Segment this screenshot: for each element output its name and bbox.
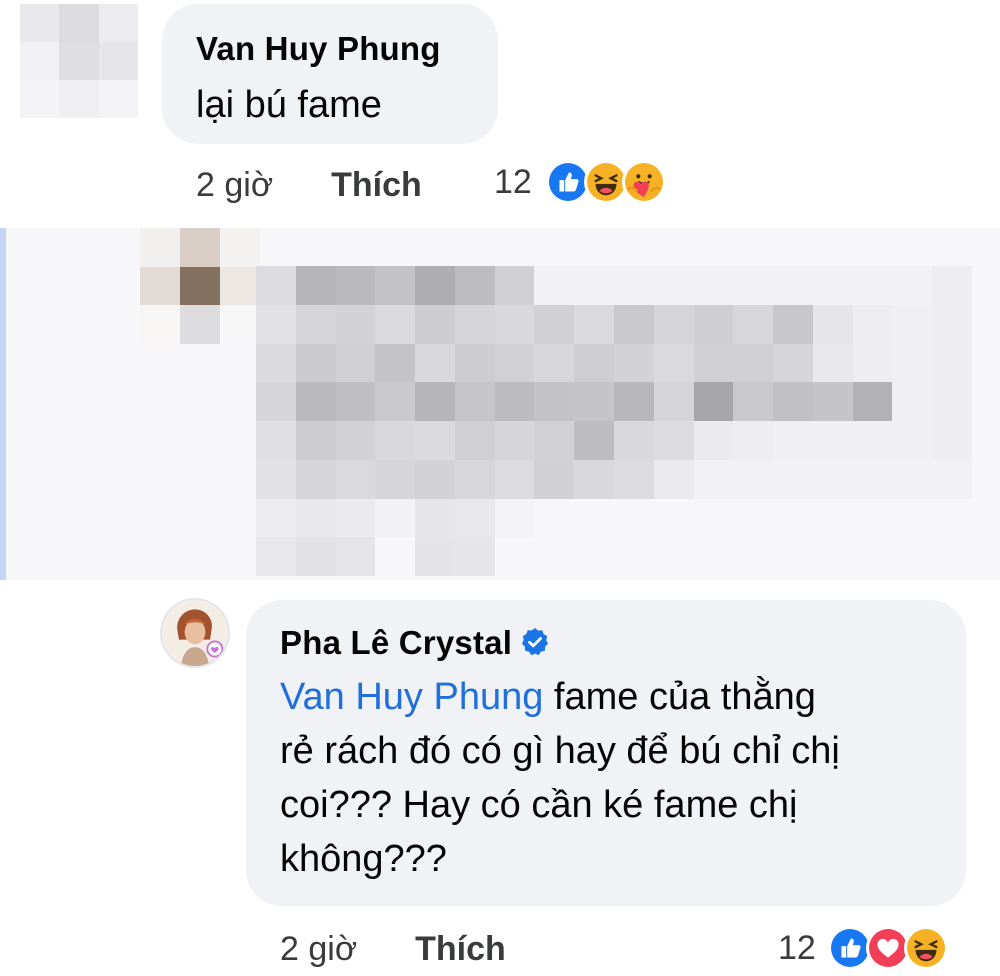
reaction-summary[interactable]: 12 [778,926,948,970]
comment-meta: 2 giờ Thích [196,166,422,205]
comment-bubble: Pha Lê Crystal Van Huy Phung fame của th… [246,600,966,906]
comment-text: Van Huy Phung fame của thằng rẻ rách đó … [280,670,940,886]
avatar-censored[interactable] [20,4,138,118]
censored-comment [6,228,1000,580]
mention-link[interactable]: Van Huy Phung [280,676,543,718]
comment-time[interactable]: 2 giờ [196,166,273,205]
comment-bubble: Van Huy Phung lại bú fame [162,4,498,144]
reaction-summary[interactable]: 12 [494,160,666,204]
comment-author[interactable]: Van Huy Phung [196,30,441,68]
like-button[interactable]: Thích [331,166,422,205]
comment-text: lại bú fame [196,84,382,126]
censored-text [256,266,972,576]
comment-author[interactable]: Pha Lê Crystal [280,624,550,662]
comment-time[interactable]: 2 giờ [280,930,357,969]
avatar[interactable] [160,598,230,668]
author-name[interactable]: Pha Lê Crystal [280,624,512,661]
comment-line-4: không??? [280,838,447,880]
reaction-count: 12 [778,928,816,967]
comment-meta: 2 giờ Thích [280,930,506,969]
avatar-censored[interactable] [140,228,260,344]
comment-line-3: coi??? Hay có cần ké fame chị [280,784,798,826]
verified-badge-icon [520,627,550,657]
haha-icon [903,926,948,970]
like-button[interactable]: Thích [415,930,506,969]
care-icon [621,160,666,204]
reaction-count: 12 [494,162,532,201]
comment-line-1: Van Huy Phung fame của thằng [280,676,816,718]
comment-line-2: rẻ rách đó có gì hay để bú chỉ chị [280,730,840,772]
